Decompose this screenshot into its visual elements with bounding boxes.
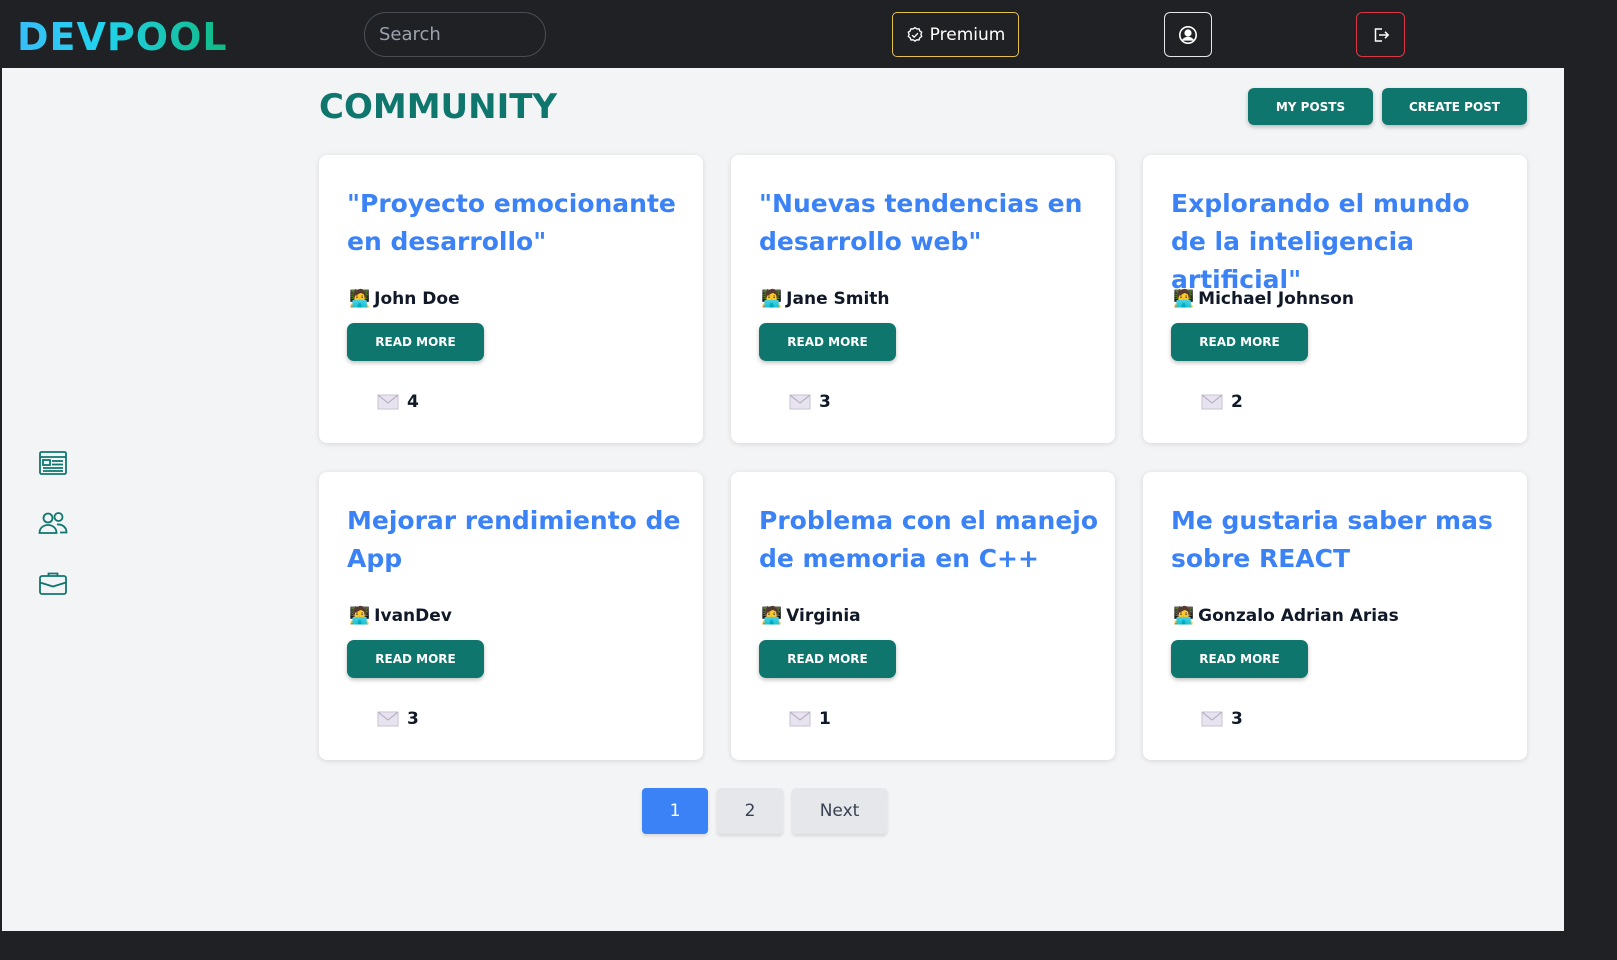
- author-name: IvanDev: [374, 606, 452, 626]
- developer-avatar-icon: 🧑‍💻: [1173, 606, 1195, 626]
- people-icon: [38, 512, 68, 534]
- read-more-button[interactable]: READ MORE: [1171, 640, 1308, 678]
- search-input[interactable]: [364, 12, 546, 57]
- read-more-button[interactable]: READ MORE: [1171, 323, 1308, 361]
- logout-icon: [1374, 27, 1389, 42]
- developer-avatar-icon: 🧑‍💻: [761, 289, 783, 309]
- logout-button[interactable]: [1356, 12, 1405, 57]
- envelope-icon: [377, 394, 399, 410]
- envelope-icon: [377, 711, 399, 727]
- page-button-1[interactable]: 1: [642, 788, 708, 834]
- post-author: 🧑‍💻 Gonzalo Adrian Arias: [1173, 606, 1399, 626]
- page-title: COMMUNITY: [319, 87, 558, 127]
- comment-count-value: 3: [407, 709, 419, 729]
- comment-count: 3: [377, 709, 419, 729]
- create-post-button[interactable]: CREATE POST: [1382, 88, 1527, 125]
- author-name: Gonzalo Adrian Arias: [1198, 606, 1399, 626]
- comment-count-value: 4: [407, 392, 419, 412]
- read-more-button[interactable]: READ MORE: [759, 323, 896, 361]
- app-window: DEVPOOL Premium: [2, 1, 1564, 931]
- profile-button[interactable]: [1164, 12, 1212, 57]
- developer-avatar-icon: 🧑‍💻: [1173, 289, 1195, 309]
- page-button-2[interactable]: 2: [717, 788, 783, 834]
- premium-button[interactable]: Premium: [892, 12, 1019, 57]
- comment-count-value: 3: [819, 392, 831, 412]
- comment-count-value: 1: [819, 709, 831, 729]
- read-more-button[interactable]: READ MORE: [347, 323, 484, 361]
- comment-count: 2: [1201, 392, 1243, 412]
- post-author: 🧑‍💻 IvanDev: [349, 606, 452, 626]
- comment-count: 4: [377, 392, 419, 412]
- developer-avatar-icon: 🧑‍💻: [761, 606, 783, 626]
- author-name: Michael Johnson: [1198, 289, 1354, 309]
- post-card: Explorando el mundo de la inteligencia a…: [1143, 155, 1527, 443]
- premium-label: Premium: [929, 24, 1006, 45]
- badge-check-icon: [907, 26, 923, 42]
- post-card: "Proyecto emocionante en desarrollo" 🧑‍💻…: [319, 155, 703, 443]
- envelope-icon: [1201, 711, 1223, 727]
- navbar: DEVPOOL Premium: [2, 1, 1564, 68]
- post-card: "Nuevas tendencias en desarrollo web" 🧑‍…: [731, 155, 1115, 443]
- author-name: Virginia: [786, 606, 861, 626]
- post-card: Problema con el manejo de memoria en C++…: [731, 472, 1115, 760]
- read-more-button[interactable]: READ MORE: [759, 640, 896, 678]
- sidebar-item-jobs[interactable]: [36, 566, 70, 600]
- post-author: 🧑‍💻 Jane Smith: [761, 289, 890, 309]
- newspaper-icon: [39, 451, 67, 475]
- briefcase-icon: [39, 572, 67, 595]
- author-name: John Doe: [374, 289, 460, 309]
- post-author: 🧑‍💻 Virginia: [761, 606, 861, 626]
- comment-count-value: 2: [1231, 392, 1243, 412]
- developer-avatar-icon: 🧑‍💻: [349, 289, 371, 309]
- comment-count: 3: [1201, 709, 1243, 729]
- comment-count-value: 3: [1231, 709, 1243, 729]
- post-title[interactable]: Problema con el manejo de memoria en C++: [759, 502, 1099, 578]
- post-title[interactable]: "Proyecto emocionante en desarrollo": [347, 185, 687, 261]
- logo[interactable]: DEVPOOL: [17, 15, 228, 59]
- post-title[interactable]: Me gustaria saber mas sobre REACT: [1171, 502, 1511, 578]
- post-title[interactable]: Mejorar rendimiento de App: [347, 502, 687, 578]
- post-card: Me gustaria saber mas sobre REACT 🧑‍💻 Go…: [1143, 472, 1527, 760]
- post-title[interactable]: "Nuevas tendencias en desarrollo web": [759, 185, 1099, 261]
- comment-count: 1: [789, 709, 831, 729]
- comment-count: 3: [789, 392, 831, 412]
- author-name: Jane Smith: [786, 289, 890, 309]
- envelope-icon: [1201, 394, 1223, 410]
- user-circle-icon: [1179, 25, 1197, 44]
- envelope-icon: [789, 711, 811, 727]
- envelope-icon: [789, 394, 811, 410]
- post-card: Mejorar rendimiento de App 🧑‍💻 IvanDev R…: [319, 472, 703, 760]
- sidebar-item-community[interactable]: [36, 506, 70, 540]
- post-author: 🧑‍💻 John Doe: [349, 289, 460, 309]
- sidebar-item-news[interactable]: [36, 446, 70, 480]
- my-posts-button[interactable]: MY POSTS: [1248, 88, 1373, 125]
- developer-avatar-icon: 🧑‍💻: [349, 606, 371, 626]
- post-author: 🧑‍💻 Michael Johnson: [1173, 289, 1354, 309]
- read-more-button[interactable]: READ MORE: [347, 640, 484, 678]
- post-title[interactable]: Explorando el mundo de la inteligencia a…: [1171, 185, 1511, 299]
- next-page-button[interactable]: Next: [792, 788, 887, 834]
